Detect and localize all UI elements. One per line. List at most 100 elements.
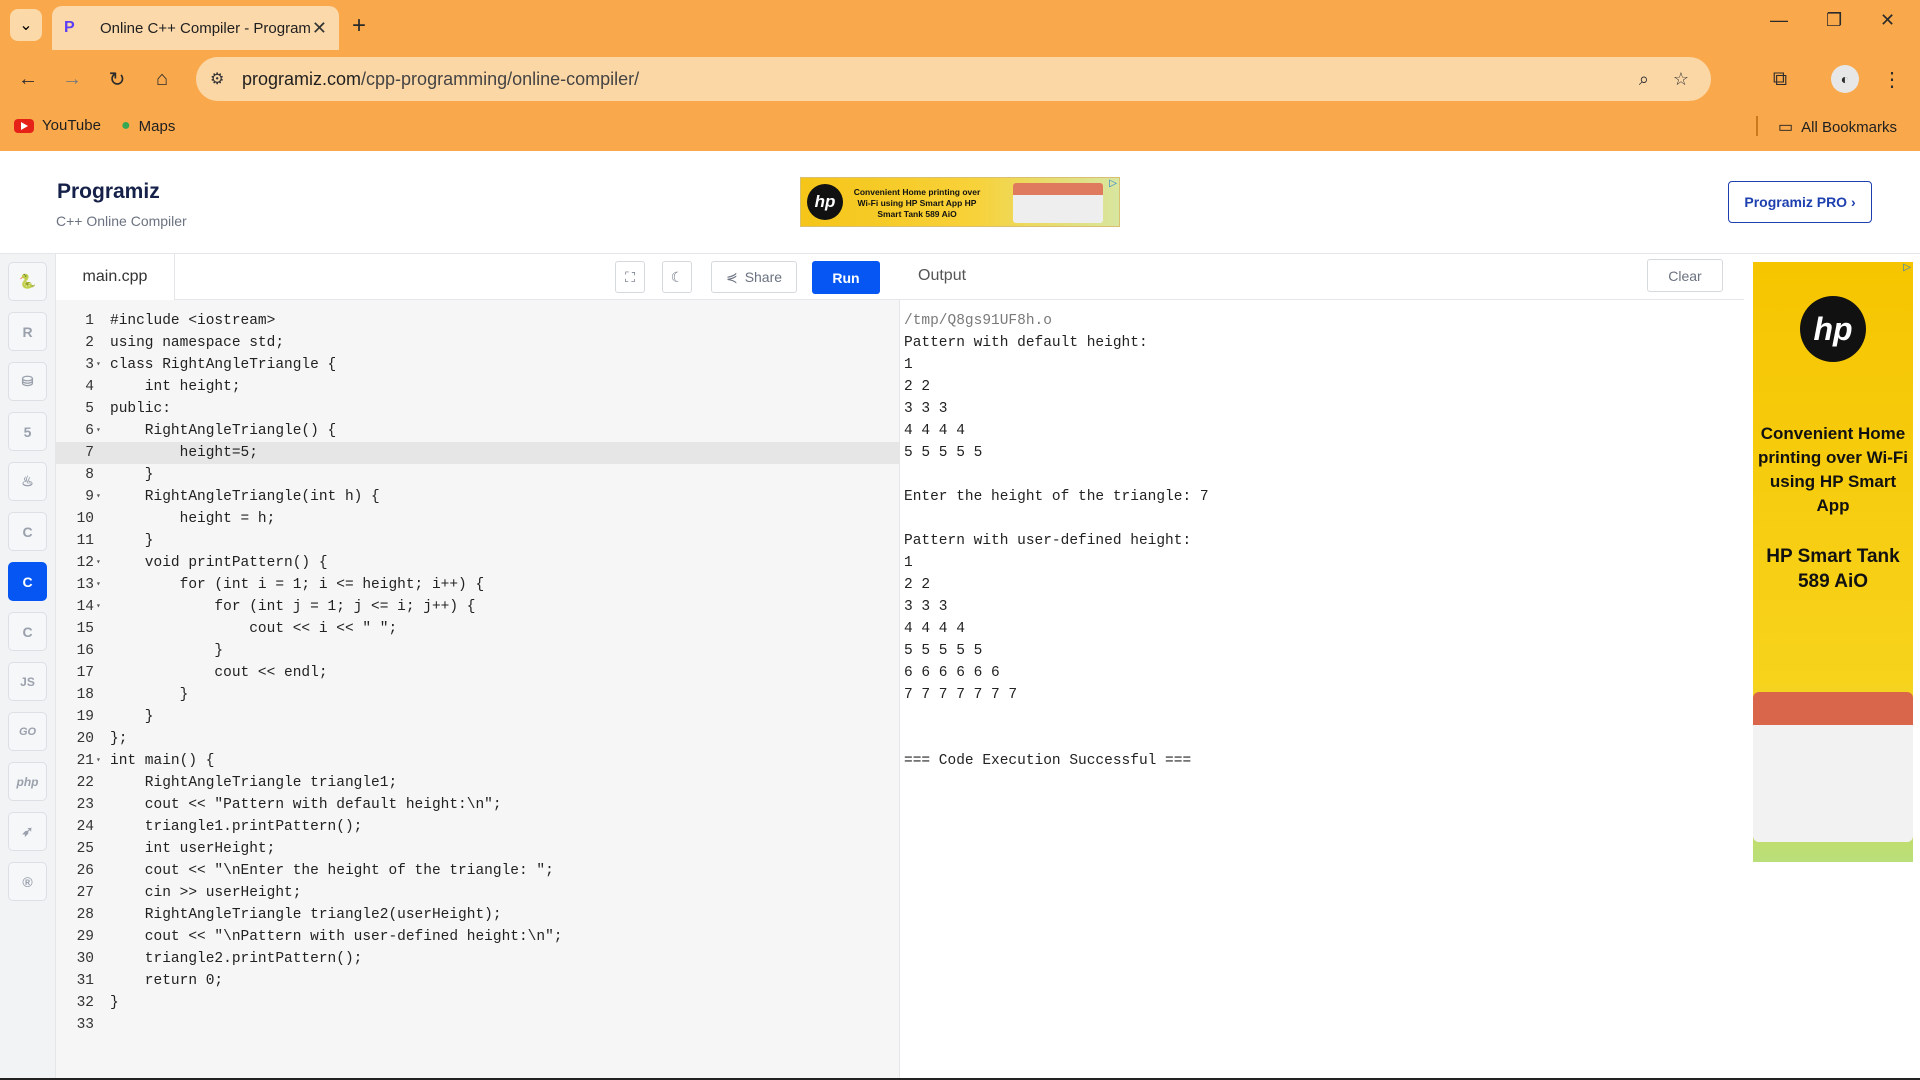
code-line[interactable]: 7 height=5; [56, 442, 900, 464]
menu-icon[interactable]: ⋮ [1878, 65, 1906, 93]
java-icon[interactable]: ♨ [8, 462, 47, 501]
line-number: 30 [76, 951, 94, 967]
code-line[interactable]: 4 int height; [56, 376, 900, 398]
code-line[interactable]: 9 ▾ RightAngleTriangle(int h) { [56, 486, 900, 508]
adchoices-icon[interactable]: ▷ [1109, 178, 1117, 189]
side-ad[interactable]: hp Convenient Home printing over Wi-Fi u… [1753, 262, 1913, 862]
javascript-icon[interactable]: JS [8, 662, 47, 701]
extensions-icon[interactable]: ⧉ [1766, 65, 1794, 93]
code-line[interactable]: 28 RightAngleTriangle triangle2(userHeig… [56, 904, 900, 926]
programiz-logo[interactable]: Programiz [57, 180, 160, 204]
fold-arrow-icon[interactable]: ▾ [96, 486, 101, 508]
code-line[interactable]: 15 cout << i << " "; [56, 618, 900, 640]
fold-arrow-icon[interactable]: ▾ [96, 354, 101, 376]
code-line[interactable]: 10 height = h; [56, 508, 900, 530]
fold-arrow-icon[interactable]: ▾ [96, 552, 101, 574]
back-icon[interactable]: ← [14, 65, 42, 93]
r-icon[interactable]: R [8, 312, 47, 351]
browser-toolbar: ← → ↻ ⌂ ⚙ programiz.com/cpp-programming/… [0, 50, 1920, 108]
restore-icon[interactable]: ❐ [1826, 10, 1842, 31]
code-text: int height; [110, 379, 241, 395]
code-line[interactable]: 6 ▾ RightAngleTriangle() { [56, 420, 900, 442]
banner-ad[interactable]: hp Convenient Home printing over Wi-Fi u… [800, 177, 1120, 227]
site-info-icon[interactable]: ⚙ [210, 69, 224, 89]
share-button[interactable]: ⋞ Share [711, 261, 797, 293]
code-line[interactable]: 24 triangle1.printPattern(); [56, 816, 900, 838]
code-line[interactable]: 25 int userHeight; [56, 838, 900, 860]
code-line[interactable]: 32} [56, 992, 900, 1014]
php-icon[interactable]: php [8, 762, 47, 801]
code-text: triangle2.printPattern(); [110, 951, 363, 967]
browser-tab[interactable]: P Online C++ Compiler - Program ✕ [52, 6, 339, 50]
cpp-icon[interactable]: C [8, 562, 47, 601]
swift-icon[interactable]: ➶ [8, 812, 47, 851]
code-line[interactable]: 33 [56, 1014, 900, 1036]
code-line[interactable]: 21 ▾ int main() { [56, 750, 900, 772]
fullscreen-icon[interactable]: ⛶ [615, 261, 645, 293]
run-button[interactable]: Run [812, 261, 880, 294]
code-line[interactable]: 16 } [56, 640, 900, 662]
code-line[interactable]: 3 ▾ class RightAngleTriangle { [56, 354, 900, 376]
code-line[interactable]: 13 ▾ for (int i = 1; i <= height; i++) { [56, 574, 900, 596]
code-editor[interactable]: 1 #include <iostream> 2 using namespace std… [56, 300, 900, 1080]
code-text: RightAngleTriangle(int h) { [110, 489, 380, 505]
code-line[interactable]: 1 #include <iostream> [56, 310, 900, 332]
bookmark-youtube[interactable]: YouTube [14, 117, 101, 134]
code-line[interactable]: 14 ▾ for (int j = 1; j <= i; j++) { [56, 596, 900, 618]
output-line: 4 4 4 4 [904, 621, 965, 637]
code-line[interactable]: 11 } [56, 530, 900, 552]
code-line[interactable]: 2 using namespace std; [56, 332, 900, 354]
code-line[interactable]: 26 cout << "\nEnter the height of the tr… [56, 860, 900, 882]
close-window-icon[interactable]: ✕ [1880, 10, 1895, 31]
file-tab[interactable]: main.cpp [56, 254, 175, 300]
fold-arrow-icon[interactable]: ▾ [96, 750, 101, 772]
fold-arrow-icon[interactable]: ▾ [96, 420, 101, 442]
rust-icon[interactable]: ® [8, 862, 47, 901]
code-line[interactable]: 18 } [56, 684, 900, 706]
code-line[interactable]: 17 cout << endl; [56, 662, 900, 684]
code-text: cout << "\nPattern with user-defined hei… [110, 929, 563, 945]
dark-mode-icon[interactable]: ☾ [662, 261, 692, 293]
address-bar[interactable]: ⚙ programiz.com/cpp-programming/online-c… [196, 57, 1711, 101]
code-line[interactable]: 5 public: [56, 398, 900, 420]
html-icon[interactable]: 5 [8, 412, 47, 451]
adchoices-icon[interactable]: ▷ [1903, 262, 1911, 273]
code-text: }; [110, 731, 128, 747]
output-header: Output Clear [900, 254, 1744, 300]
reload-icon[interactable]: ↻ [103, 65, 131, 93]
code-line[interactable]: 22 RightAngleTriangle triangle1; [56, 772, 900, 794]
new-tab-icon[interactable]: + [352, 12, 366, 40]
code-line[interactable]: 23 cout << "Pattern with default height:… [56, 794, 900, 816]
sql-icon[interactable]: ⛁ [8, 362, 47, 401]
side-ad-text: Convenient Home printing over Wi-Fi usin… [1757, 424, 1908, 515]
code-line[interactable]: 31 return 0; [56, 970, 900, 992]
profile-avatar[interactable]: ◐ [1831, 65, 1859, 93]
line-number: 5 [85, 401, 94, 417]
close-tab-icon[interactable]: ✕ [312, 18, 327, 39]
home-icon[interactable]: ⌂ [148, 65, 176, 93]
code-line[interactable]: 30 triangle2.printPattern(); [56, 948, 900, 970]
code-text: cin >> userHeight; [110, 885, 302, 901]
code-text: int userHeight; [110, 841, 276, 857]
code-line[interactable]: 19 } [56, 706, 900, 728]
bookmark-star-icon[interactable]: ☆ [1673, 69, 1689, 90]
all-bookmarks[interactable]: ▭ All Bookmarks [1778, 117, 1897, 137]
fold-arrow-icon[interactable]: ▾ [96, 574, 101, 596]
code-line[interactable]: 20}; [56, 728, 900, 750]
c-icon[interactable]: C [8, 512, 47, 551]
programiz-pro-button[interactable]: Programiz PRO › [1728, 181, 1872, 223]
code-line[interactable]: 29 cout << "\nPattern with user-defined … [56, 926, 900, 948]
forward-icon[interactable]: → [58, 65, 86, 93]
fold-arrow-icon[interactable]: ▾ [96, 596, 101, 618]
code-line[interactable]: 27 cin >> userHeight; [56, 882, 900, 904]
code-line[interactable]: 8 } [56, 464, 900, 486]
python-icon[interactable]: 🐍 [8, 262, 47, 301]
go-icon[interactable]: GO [8, 712, 47, 751]
clear-button[interactable]: Clear [1647, 259, 1723, 292]
code-line[interactable]: 12 ▾ void printPattern() { [56, 552, 900, 574]
tab-search-button[interactable]: ⌄ [10, 9, 42, 41]
zoom-icon[interactable]: ⌕ [1639, 69, 1649, 90]
bookmark-maps[interactable]: ● Maps [121, 117, 175, 135]
csharp-icon[interactable]: C [8, 612, 47, 651]
minimize-icon[interactable]: — [1770, 10, 1788, 31]
